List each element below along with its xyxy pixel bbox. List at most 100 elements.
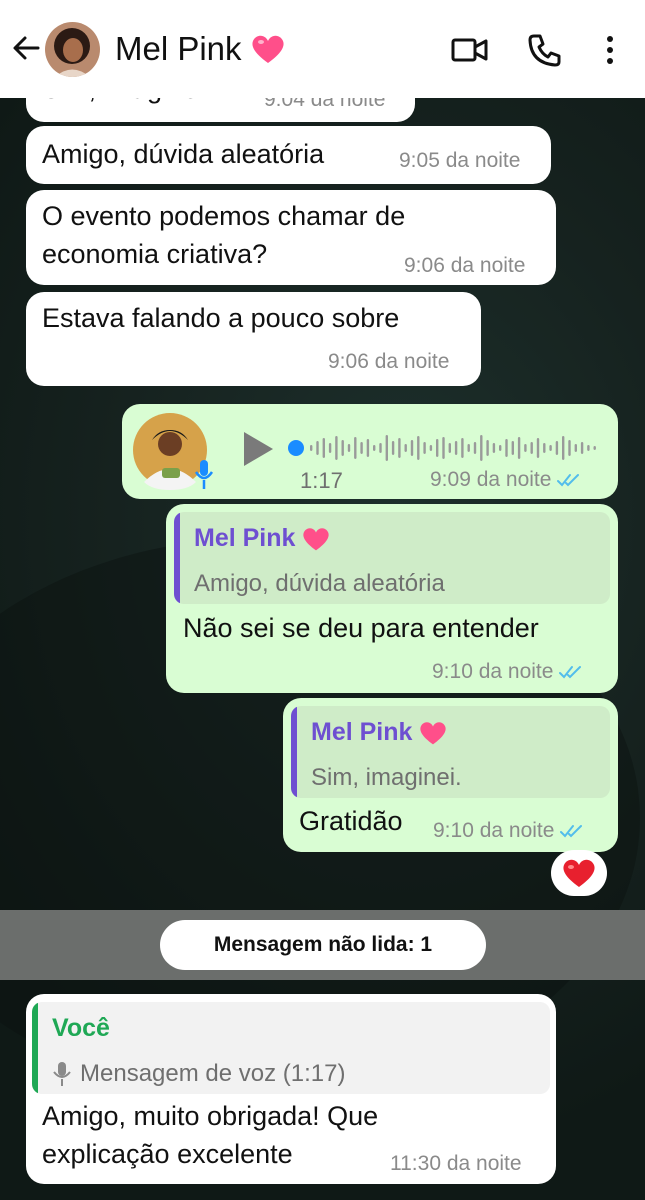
waveform-bar (492, 443, 496, 453)
quoted-sender-name: Você (52, 1014, 110, 1042)
unread-divider: Mensagem não lida: 1 (0, 910, 645, 980)
read-ticks-icon (560, 825, 583, 838)
chat-header: Mel Pink (0, 0, 645, 98)
heart-emoji-icon (303, 527, 330, 550)
message-text: Amigo, dúvida aleatória (42, 139, 325, 169)
message-incoming[interactable]: Sim, imaginei. 9:04 da noite (26, 98, 415, 122)
read-ticks-icon (559, 666, 582, 679)
quoted-message[interactable]: Mel Pink Amigo, dúvida aleatória (174, 512, 610, 604)
waveform-bar (505, 439, 508, 457)
message-incoming[interactable]: O evento podemos chamar de economia cria… (26, 190, 556, 285)
waveform-bar (398, 438, 401, 458)
waveform-bar (442, 437, 445, 459)
waveform-bar (543, 443, 546, 453)
message-time: 9:10 da noite (432, 660, 554, 683)
quoted-message[interactable]: Você Mensagem de voz (1:17) (32, 1002, 550, 1094)
waveform-bar (335, 436, 338, 460)
voice-waveform[interactable] (288, 430, 598, 466)
waveform-bar (467, 444, 470, 452)
heart-emoji-icon (420, 721, 447, 744)
waveform-bar (580, 442, 584, 454)
waveform-bar (404, 444, 407, 452)
waveform-bar (328, 443, 332, 453)
play-icon[interactable] (240, 430, 276, 468)
waveform-bar (530, 442, 533, 454)
waveform-bar (347, 444, 351, 452)
waveform-bar (524, 444, 527, 452)
waveform-bar (454, 441, 458, 455)
phone-call-icon[interactable] (525, 30, 565, 70)
message-time-status: 9:10 da noite (432, 660, 585, 684)
waveform-bar (480, 435, 483, 461)
message-incoming[interactable]: Estava falando a pouco sobre 9:06 da noi… (26, 292, 481, 386)
chat-area[interactable]: Sim, imaginei. 9:04 da noite Amigo, dúvi… (0, 98, 645, 1200)
unread-count-label: Mensagem não lida: 1 (160, 920, 486, 970)
heart-emoji-icon (251, 35, 284, 63)
waveform-bar (436, 439, 439, 457)
message-time: 9:09 da noite (430, 468, 552, 491)
message-time-status: 9:09 da noite (430, 468, 583, 492)
voice-duration: 1:17 (300, 468, 343, 493)
waveform-bar (429, 445, 433, 451)
quoted-message[interactable]: Mel Pink Sim, imaginei. (291, 706, 610, 798)
message-text: Gratidão (299, 806, 403, 836)
waveform-bar (366, 439, 370, 457)
read-ticks-icon (557, 474, 580, 487)
message-text-line: O evento podemos chamar de (42, 201, 406, 231)
waveform-bar (322, 438, 325, 458)
quoted-text: Mensagem de voz (1:17) (80, 1060, 346, 1087)
heart-reaction-icon (563, 859, 595, 887)
waveform-bar (587, 445, 590, 451)
waveform-bar (385, 435, 388, 461)
quoted-voice-message: Mensagem de voz (1:17) (52, 1060, 345, 1088)
message-time: 11:30 da noite (390, 1152, 522, 1175)
waveform-bar (379, 443, 382, 453)
message-outgoing-reply[interactable]: Mel Pink Sim, imaginei. Gratidão 9:10 da… (283, 698, 618, 852)
waveform-bar (568, 440, 571, 456)
waveform-bar (511, 441, 514, 455)
message-time: 9:10 da noite (433, 819, 555, 842)
quoted-sender: Mel Pink (311, 718, 448, 747)
waveform-bar (316, 441, 319, 455)
back-arrow-icon[interactable] (8, 30, 44, 66)
waveform-bar (341, 440, 344, 456)
message-time: 9:06 da noite (328, 350, 450, 373)
waveform-bar (593, 446, 596, 450)
message-outgoing-voice[interactable]: 1:17 9:09 da noite (122, 404, 618, 499)
message-time: 9:05 da noite (399, 149, 521, 172)
message-incoming-reply[interactable]: Você Mensagem de voz (1:17) Amigo, muito… (26, 994, 556, 1184)
waveform-bar (448, 443, 451, 453)
contact-name-label: Mel Pink (115, 30, 242, 67)
waveform-bar (391, 441, 395, 455)
message-time-status: 9:10 da noite (433, 819, 586, 843)
waveform-bar (517, 437, 521, 459)
waveform-bar (461, 438, 464, 458)
quoted-sender-name: Mel Pink (194, 524, 296, 552)
message-incoming[interactable]: Amigo, dúvida aleatória 9:05 da noite (26, 126, 551, 184)
waveform-bar (310, 445, 313, 451)
waveform-bar (473, 442, 477, 454)
waveform-bar (354, 437, 357, 459)
waveform-bar (555, 441, 559, 455)
more-options-icon[interactable] (590, 30, 630, 70)
waveform-bar (373, 445, 376, 451)
message-text: Não sei se deu para entender (183, 613, 539, 643)
message-text: Estava falando a pouco sobre (42, 303, 400, 333)
voice-progress-dot[interactable] (288, 440, 304, 456)
message-text-line: economia criativa? (42, 239, 268, 269)
waveform-bar (360, 442, 363, 454)
waveform-bar (549, 445, 552, 451)
message-time: 9:06 da noite (404, 254, 526, 277)
waveform-bar (423, 442, 426, 454)
waveform-bar (562, 436, 565, 460)
waveform-bar (499, 445, 502, 451)
message-text-line: Amigo, muito obrigada! Que (42, 1101, 379, 1131)
message-reaction[interactable] (551, 850, 607, 896)
contact-name[interactable]: Mel Pink (115, 30, 286, 68)
message-outgoing-reply[interactable]: Mel Pink Amigo, dúvida aleatória Não sei… (166, 504, 618, 693)
message-text: Sim, imaginei. (42, 98, 212, 108)
contact-avatar[interactable] (45, 22, 100, 77)
video-call-icon[interactable] (450, 30, 490, 70)
message-time: 9:04 da noite (264, 98, 386, 111)
message-text-line: explicação excelente (42, 1139, 293, 1169)
